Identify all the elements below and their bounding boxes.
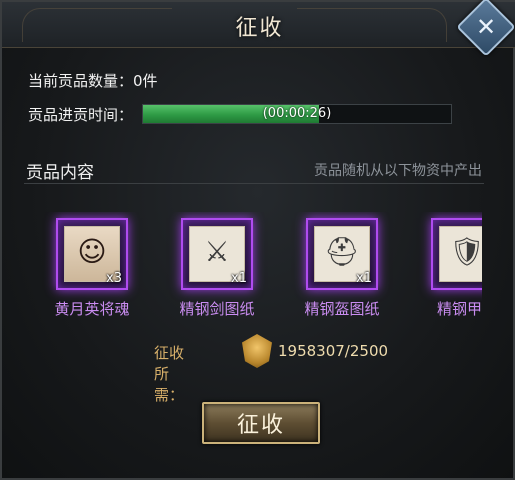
item-slot: ☺ x3 <box>56 218 128 290</box>
reward-item-list: ☺ x3 黄月英将魂 ⚔ x1 精钢剑图纸 ⛑ x1 精钢盔图纸 🛡 精钢甲 <box>42 212 482 322</box>
tribute-time-label: 贡品进贡时间： <box>28 106 134 124</box>
dialog-title: 征收 <box>235 16 284 41</box>
reward-item[interactable]: ⚔ x1 精钢剑图纸 <box>167 212 287 322</box>
close-x-icon: ✕ <box>475 12 497 41</box>
contents-title: 贡品内容 <box>26 163 94 183</box>
item-name: 精钢盔图纸 <box>304 300 380 318</box>
contents-header: 贡品内容 贡品随机从以下物资中产出 <box>24 158 484 184</box>
item-slot: 🛡 <box>431 218 482 290</box>
item-name: 精钢甲图 <box>436 300 482 318</box>
tribute-count: 当前贡品数量：0件 <box>28 72 158 90</box>
cost-value: 1958307/2500 <box>278 342 389 360</box>
tribute-progress-bar: (00:00:26) <box>142 104 452 124</box>
item-name: 精钢剑图纸 <box>179 300 255 318</box>
item-slot: ⚔ x1 <box>181 218 253 290</box>
collect-button[interactable]: 征收 <box>202 402 320 444</box>
item-name: 黄月英将魂 <box>54 300 130 318</box>
title-bar: 征收 <box>2 2 515 48</box>
contents-note: 贡品随机从以下物资中产出 <box>314 163 482 179</box>
reward-item[interactable]: ⛑ x1 精钢盔图纸 <box>292 212 412 322</box>
reward-item[interactable]: ☺ x3 黄月英将魂 <box>42 212 162 322</box>
item-quantity: x1 <box>356 271 372 286</box>
cost-label: 征收所需： <box>154 344 185 404</box>
gold-medal-icon <box>242 334 272 368</box>
item-quantity: x1 <box>231 271 247 286</box>
item-quantity: x3 <box>106 271 122 286</box>
armor-scroll-icon: 🛡 <box>439 226 482 282</box>
reward-item[interactable]: 🛡 精钢甲图 <box>417 212 482 322</box>
tribute-progress-text: (00:00:26) <box>262 106 332 121</box>
collect-dialog: 征收 ✕ 当前贡品数量：0件 贡品进贡时间： (00:00:26) 贡品内容 贡… <box>0 0 515 480</box>
item-slot: ⛑ x1 <box>306 218 378 290</box>
